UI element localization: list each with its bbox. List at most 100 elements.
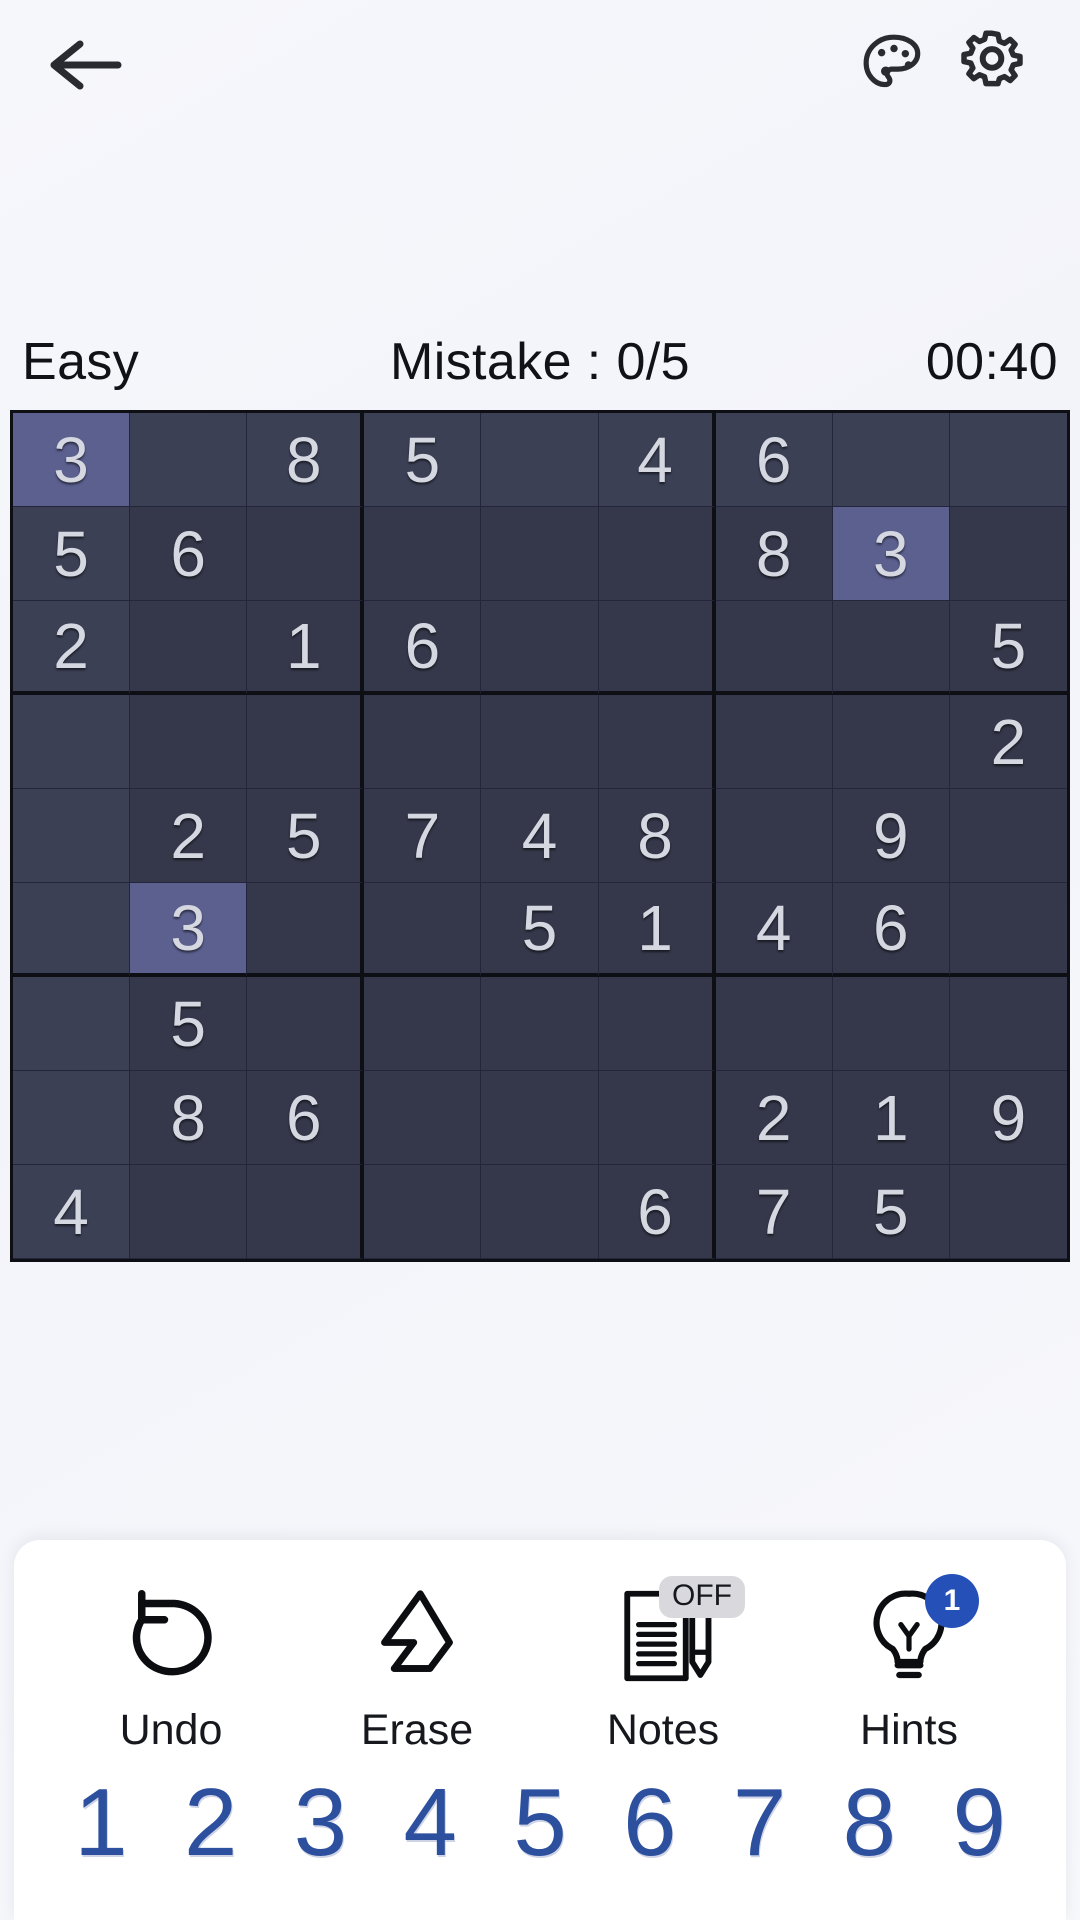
sudoku-cell-r5c5[interactable]: 4 xyxy=(481,789,599,883)
sudoku-cell-r6c9[interactable] xyxy=(949,883,1067,977)
sudoku-cell-r7c4[interactable] xyxy=(364,977,482,1071)
sudoku-cell-r1c8[interactable] xyxy=(832,413,950,507)
sudoku-cell-r5c1[interactable] xyxy=(13,789,131,883)
sudoku-cell-r5c2[interactable]: 2 xyxy=(130,789,248,883)
sudoku-cell-r7c6[interactable] xyxy=(598,977,716,1071)
sudoku-cell-r1c6[interactable]: 4 xyxy=(598,413,716,507)
sudoku-cell-r3c4[interactable]: 6 xyxy=(364,601,482,695)
sudoku-cell-r1c3[interactable]: 8 xyxy=(247,413,365,507)
sudoku-cell-r9c6[interactable]: 6 xyxy=(598,1165,716,1259)
sudoku-cell-r3c1[interactable]: 2 xyxy=(13,601,131,695)
sudoku-cell-r9c2[interactable] xyxy=(130,1165,248,1259)
sudoku-cell-r8c6[interactable] xyxy=(598,1071,716,1165)
sudoku-cell-r3c7[interactable] xyxy=(715,601,833,695)
sudoku-cell-r3c6[interactable] xyxy=(598,601,716,695)
sudoku-cell-r8c5[interactable] xyxy=(481,1071,599,1165)
sudoku-cell-r2c9[interactable] xyxy=(949,507,1067,601)
settings-button[interactable] xyxy=(950,23,1034,107)
sudoku-board[interactable]: 38546568321652257489351465862194675 xyxy=(10,410,1070,1262)
sudoku-cell-r2c8[interactable]: 3 xyxy=(832,507,950,601)
sudoku-cell-r5c3[interactable]: 5 xyxy=(247,789,365,883)
sudoku-cell-r9c3[interactable] xyxy=(247,1165,365,1259)
sudoku-cell-r2c7[interactable]: 8 xyxy=(715,507,833,601)
sudoku-cell-r7c1[interactable] xyxy=(13,977,131,1071)
sudoku-cell-r4c8[interactable] xyxy=(832,695,950,789)
sudoku-cell-r4c2[interactable] xyxy=(130,695,248,789)
sudoku-cell-r9c5[interactable] xyxy=(481,1165,599,1259)
sudoku-cell-r6c3[interactable] xyxy=(247,883,365,977)
numpad-key-2[interactable]: 2 xyxy=(156,1772,266,1874)
sudoku-cell-r5c4[interactable]: 7 xyxy=(364,789,482,883)
board-container: 38546568321652257489351465862194675 xyxy=(0,410,1080,1262)
sudoku-cell-r1c1[interactable]: 3 xyxy=(13,413,131,507)
numpad-key-8[interactable]: 8 xyxy=(814,1772,924,1874)
sudoku-cell-r7c7[interactable] xyxy=(715,977,833,1071)
sudoku-cell-r6c6[interactable]: 1 xyxy=(598,883,716,977)
sudoku-cell-r1c2[interactable] xyxy=(130,413,248,507)
sudoku-cell-r2c5[interactable] xyxy=(481,507,599,601)
sudoku-cell-r3c3[interactable]: 1 xyxy=(247,601,365,695)
sudoku-cell-r5c9[interactable] xyxy=(949,789,1067,883)
numpad-key-3[interactable]: 3 xyxy=(266,1772,376,1874)
sudoku-cell-r3c8[interactable] xyxy=(832,601,950,695)
sudoku-cell-r4c3[interactable] xyxy=(247,695,365,789)
action-button-erase[interactable]: Erase xyxy=(317,1580,517,1755)
sudoku-cell-r4c1[interactable] xyxy=(13,695,131,789)
sudoku-cell-r1c7[interactable]: 6 xyxy=(715,413,833,507)
sudoku-cell-r6c2[interactable]: 3 xyxy=(130,883,248,977)
action-button-hints[interactable]: 1 Hints xyxy=(809,1574,1009,1755)
sudoku-cell-r2c6[interactable] xyxy=(598,507,716,601)
sudoku-cell-r8c7[interactable]: 2 xyxy=(715,1071,833,1165)
sudoku-cell-r2c4[interactable] xyxy=(364,507,482,601)
sudoku-cell-r8c4[interactable] xyxy=(364,1071,482,1165)
sudoku-cell-r4c4[interactable] xyxy=(364,695,482,789)
numpad-key-7[interactable]: 7 xyxy=(705,1772,815,1874)
numpad-key-6[interactable]: 6 xyxy=(595,1772,705,1874)
sudoku-cell-r9c1[interactable]: 4 xyxy=(13,1165,131,1259)
sudoku-cell-r6c7[interactable]: 4 xyxy=(715,883,833,977)
sudoku-cell-r8c9[interactable]: 9 xyxy=(949,1071,1067,1165)
sudoku-cell-r1c4[interactable]: 5 xyxy=(364,413,482,507)
numpad-key-1[interactable]: 1 xyxy=(46,1772,156,1874)
sudoku-cell-r8c1[interactable] xyxy=(13,1071,131,1165)
sudoku-cell-r5c6[interactable]: 8 xyxy=(598,789,716,883)
difficulty-label-wrap: Easy xyxy=(22,332,364,392)
sudoku-cell-r1c5[interactable] xyxy=(481,413,599,507)
sudoku-cell-r3c2[interactable] xyxy=(130,601,248,695)
sudoku-cell-r5c7[interactable] xyxy=(715,789,833,883)
sudoku-cell-r1c9[interactable] xyxy=(949,413,1067,507)
sudoku-cell-r7c9[interactable] xyxy=(949,977,1067,1071)
sudoku-cell-r7c8[interactable] xyxy=(832,977,950,1071)
sudoku-cell-r8c3[interactable]: 6 xyxy=(247,1071,365,1165)
numpad-key-4[interactable]: 4 xyxy=(375,1772,485,1874)
sudoku-cell-r9c4[interactable] xyxy=(364,1165,482,1259)
sudoku-cell-r6c1[interactable] xyxy=(13,883,131,977)
sudoku-cell-r9c8[interactable]: 5 xyxy=(832,1165,950,1259)
sudoku-cell-r6c5[interactable]: 5 xyxy=(481,883,599,977)
sudoku-cell-r7c3[interactable] xyxy=(247,977,365,1071)
sudoku-cell-r2c2[interactable]: 6 xyxy=(130,507,248,601)
sudoku-cell-r3c9[interactable]: 5 xyxy=(949,601,1067,695)
sudoku-cell-r9c7[interactable]: 7 xyxy=(715,1165,833,1259)
theme-button[interactable] xyxy=(852,23,936,107)
action-button-notes[interactable]: OFF Notes xyxy=(563,1576,763,1755)
sudoku-cell-r4c6[interactable] xyxy=(598,695,716,789)
sudoku-cell-r4c7[interactable] xyxy=(715,695,833,789)
sudoku-cell-r2c1[interactable]: 5 xyxy=(13,507,131,601)
sudoku-cell-r7c2[interactable]: 5 xyxy=(130,977,248,1071)
sudoku-cell-r6c4[interactable] xyxy=(364,883,482,977)
sudoku-cell-r4c5[interactable] xyxy=(481,695,599,789)
back-button[interactable] xyxy=(44,23,128,107)
numpad-key-5[interactable]: 5 xyxy=(485,1772,595,1874)
sudoku-cell-r7c5[interactable] xyxy=(481,977,599,1071)
sudoku-cell-r8c8[interactable]: 1 xyxy=(832,1071,950,1165)
sudoku-cell-r9c9[interactable] xyxy=(949,1165,1067,1259)
sudoku-cell-r6c8[interactable]: 6 xyxy=(832,883,950,977)
sudoku-cell-r5c8[interactable]: 9 xyxy=(832,789,950,883)
sudoku-cell-r8c2[interactable]: 8 xyxy=(130,1071,248,1165)
sudoku-cell-r3c5[interactable] xyxy=(481,601,599,695)
sudoku-cell-r2c3[interactable] xyxy=(247,507,365,601)
sudoku-cell-r4c9[interactable]: 2 xyxy=(949,695,1067,789)
action-button-undo[interactable]: Undo xyxy=(71,1580,271,1755)
numpad-key-9[interactable]: 9 xyxy=(924,1772,1034,1874)
